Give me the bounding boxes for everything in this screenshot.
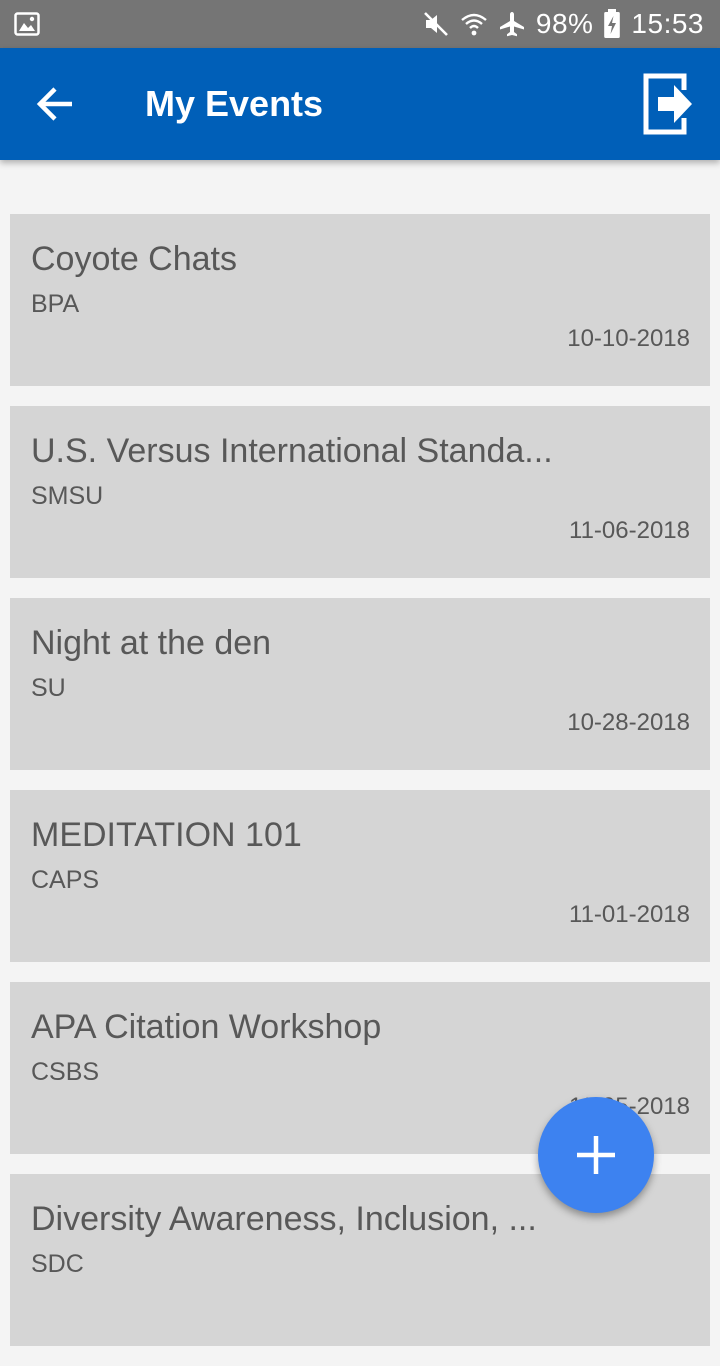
back-button[interactable] [26, 74, 86, 134]
event-card[interactable]: U.S. Versus International Standa... SMSU… [10, 406, 710, 578]
arrow-back-icon [36, 87, 72, 121]
event-card[interactable]: Night at the den SU 10-28-2018 [10, 598, 710, 770]
battery-percentage: 98% [535, 8, 594, 39]
event-title: U.S. Versus International Standa... [31, 432, 553, 470]
event-title: Night at the den [31, 624, 272, 662]
battery-charging-icon [603, 9, 621, 39]
event-date: 10-10-2018 [567, 325, 690, 352]
event-title: Coyote Chats [31, 240, 237, 278]
event-organization: CSBS [31, 1058, 100, 1086]
event-organization: SDC [31, 1250, 84, 1278]
exit-icon [643, 73, 692, 135]
event-organization: SU [31, 674, 66, 702]
event-title: Diversity Awareness, Inclusion, ... [31, 1200, 537, 1238]
mute-icon [422, 10, 450, 38]
wifi-icon [460, 10, 488, 38]
exit-button[interactable] [640, 70, 700, 138]
event-card[interactable]: MEDITATION 101 CAPS 11-01-2018 [10, 790, 710, 962]
event-card[interactable]: Coyote Chats BPA 10-10-2018 [10, 214, 710, 386]
add-event-button[interactable] [538, 1097, 654, 1213]
status-bar: 98% 15:53 [0, 0, 720, 48]
event-organization: SMSU [31, 482, 104, 510]
airplane-mode-icon [498, 10, 526, 38]
event-title: APA Citation Workshop [31, 1008, 382, 1046]
event-date: 11-06-2018 [569, 517, 690, 544]
plus-icon [577, 1136, 615, 1174]
event-title: MEDITATION 101 [31, 816, 302, 854]
page-title: My Events [145, 83, 324, 124]
event-organization: BPA [31, 290, 80, 318]
event-date: 11-01-2018 [569, 901, 690, 928]
status-time: 15:53 [631, 8, 704, 39]
app-bar: My Events [0, 48, 720, 160]
event-date: 10-28-2018 [567, 709, 690, 736]
gallery-notification-icon [14, 12, 40, 41]
event-organization: CAPS [31, 866, 100, 894]
